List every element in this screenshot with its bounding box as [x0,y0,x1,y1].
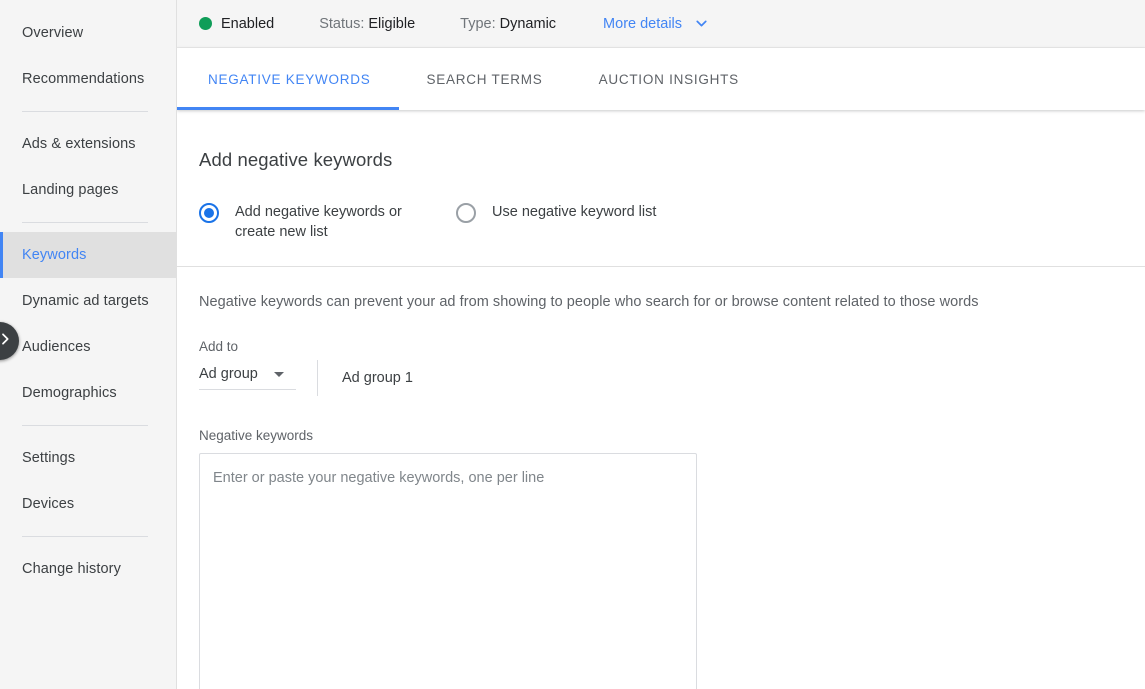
sidebar-item-label: Keywords [22,245,86,265]
sidebar-item-change-history[interactable]: Change history [0,546,176,592]
tab-label: NEGATIVE KEYWORDS [208,72,371,87]
sidebar-item-keywords[interactable]: Keywords [0,232,176,278]
status-field-value: Eligible [368,16,415,32]
ad-group-name: Ad group 1 [342,370,413,386]
sidebar-item-recommendations[interactable]: Recommendations [0,56,176,102]
add-to-row: Ad group Ad group 1 [199,360,1145,396]
sidebar-item-landing-pages[interactable]: Landing pages [0,167,176,213]
radio-option-0[interactable]: Add negative keywords or create new list [199,202,429,242]
sidebar-item-ads-extensions[interactable]: Ads & extensions [0,121,176,167]
status-field-key: Status: [319,16,364,32]
more-details-label: More details [603,16,682,32]
sidebar-item-label: Landing pages [22,180,118,200]
radio-option-label: Add negative keywords or create new list [235,202,429,242]
campaign-status-bar: Enabled Status: Eligible Type: Dynamic M… [177,0,1145,48]
sidebar-item-label: Devices [22,494,74,514]
status-state-label: Enabled [221,16,274,32]
sidebar-item-dynamic-ad-targets[interactable]: Dynamic ad targets [0,278,176,324]
sidebar-item-settings[interactable]: Settings [0,435,176,481]
tab-label: SEARCH TERMS [427,72,543,87]
keyword-source-radio-group: Add negative keywords or create new list… [199,202,1145,266]
sidebar-item-label: Change history [22,559,121,579]
tab-label: AUCTION INSIGHTS [599,72,739,87]
radio-option-1[interactable]: Use negative keyword list [456,202,656,223]
sidebar-item-label: Overview [22,23,83,43]
more-details-button[interactable]: More details [603,15,710,32]
main-content-area: Enabled Status: Eligible Type: Dynamic M… [177,0,1145,689]
status-field: Status: Eligible [319,16,415,32]
sidebar-divider [22,111,148,112]
sidebar-item-label: Settings [22,448,75,468]
caret-down-icon [274,372,284,377]
tab-negative-keywords[interactable]: NEGATIVE KEYWORDS [177,48,399,110]
tab-auction-insights[interactable]: AUCTION INSIGHTS [571,48,767,110]
chevron-down-icon [693,15,710,32]
left-navigation-sidebar: Overview Recommendations Ads & extensions L… [0,0,177,689]
type-field: Type: Dynamic [460,16,556,32]
negative-keywords-label: Negative keywords [199,428,1145,443]
sidebar-divider [22,222,148,223]
sidebar-item-overview[interactable]: Overview [0,10,176,56]
sidebar-divider [22,536,148,537]
sidebar-item-label: Demographics [22,383,117,403]
type-field-value: Dynamic [500,16,556,32]
sidebar-item-label: Dynamic ad targets [22,291,149,311]
scope-select-value: Ad group [199,366,258,382]
radio-checked-icon[interactable] [199,203,219,223]
page-title: Add negative keywords [199,110,1145,171]
tab-search-terms[interactable]: SEARCH TERMS [399,48,571,110]
radio-option-label: Use negative keyword list [492,202,656,222]
section-tab-bar: NEGATIVE KEYWORDS SEARCH TERMS AUCTION INS… [177,48,1145,110]
sidebar-item-label: Recommendations [22,69,144,89]
sidebar-divider [22,425,148,426]
add-to-label: Add to [199,339,1145,354]
sidebar-item-label: Ads & extensions [22,134,136,154]
chevron-right-icon [0,331,13,352]
helper-text: Negative keywords can prevent your ad fr… [199,267,1145,310]
vertical-divider [317,360,318,396]
negative-keywords-panel: Add negative keywords Add negative keywo… [177,110,1145,689]
sidebar-item-label: Audiences [22,337,91,357]
type-field-key: Type: [460,16,495,32]
sidebar-item-list: Overview Recommendations Ads & extensions L… [0,10,176,592]
sidebar-item-audiences[interactable]: Audiences [0,324,176,370]
app-root: Overview Recommendations Ads & extensions L… [0,0,1145,689]
sidebar-item-demographics[interactable]: Demographics [0,370,176,416]
scope-select[interactable]: Ad group [199,366,296,390]
sidebar-item-devices[interactable]: Devices [0,481,176,527]
radio-unchecked-icon[interactable] [456,203,476,223]
status-dot-icon [199,17,212,30]
negative-keywords-input[interactable] [199,453,697,689]
